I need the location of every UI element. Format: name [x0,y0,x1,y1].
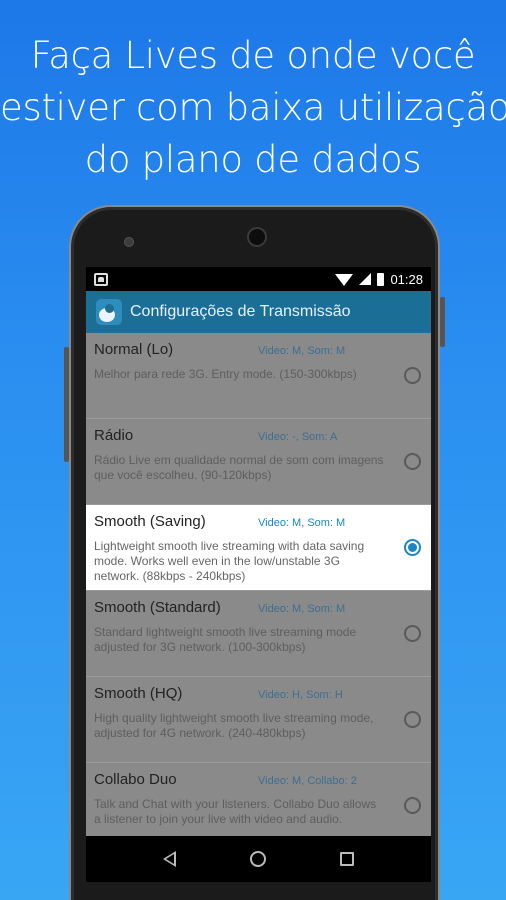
mode-item-normal-lo[interactable]: Normal (Lo) Video: M, Som: M Melhor para… [86,333,431,419]
front-camera [247,227,267,247]
mode-description: Melhor para rede 3G. Entry mode. (150-30… [94,367,357,381]
status-bar: 01:28 [86,267,431,291]
home-button-icon[interactable] [250,851,266,867]
back-icon[interactable] [163,851,176,867]
mode-meta: Video: M, Som: M [258,603,346,615]
mode-radio[interactable] [404,453,421,470]
mode-item-smooth-saving[interactable]: Smooth (Saving) Video: M, Som: M Lightwe… [86,505,431,591]
signal-icon [359,273,372,285]
mode-description: Rádio Live em qualidade normal de som co… [94,453,384,482]
headline-line-2: estiver com baixa utilização [0,86,506,129]
headline-line-1: Faça Lives de onde você [30,34,476,77]
app-logo-icon[interactable] [96,299,122,325]
mode-meta: Video: M, Som: M [258,345,346,357]
mode-radio[interactable] [404,797,421,814]
sensor-dot [124,237,134,247]
mode-title: Smooth (HQ) [94,685,183,702]
mode-radio[interactable] [404,711,421,728]
app-bar: Configurações de Transmissão [86,291,431,333]
app-bar-title: Configurações de Transmissão [130,303,351,320]
home-icon [94,272,108,286]
power-button [440,297,445,347]
volume-button [64,347,69,462]
mode-title: Collabo Duo [94,771,177,788]
mode-radio[interactable] [404,367,421,384]
phone-screen: 01:28 Configurações de Transmissão Norma… [86,267,431,882]
navigation-bar [86,836,431,882]
recents-icon[interactable] [340,852,354,866]
mode-radio[interactable] [404,625,421,642]
status-time: 01:28 [390,271,423,287]
wifi-icon [335,274,354,286]
battery-icon [377,272,385,286]
promo-headline: Faça Lives de onde você estiver com baix… [0,30,506,186]
mode-item-smooth-standard[interactable]: Smooth (Standard) Video: M, Som: M Stand… [86,591,431,677]
mode-list: Normal (Lo) Video: M, Som: M Melhor para… [86,333,431,849]
mode-item-smooth-hq[interactable]: Smooth (HQ) Video: H, Som: H High qualit… [86,677,431,763]
mode-item-radio[interactable]: Rádio Video: -, Som: A Rádio Live em qua… [86,419,431,505]
mode-description: Lightweight smooth live streaming with d… [94,539,365,583]
headline-line-3: do plano de dados [84,138,422,181]
mode-description: Talk and Chat with your listeners. Colla… [94,797,377,826]
mode-title: Rádio [94,427,134,444]
mode-title: Smooth (Saving) [94,513,206,530]
mode-radio-selected[interactable] [404,539,421,556]
phone-frame: 01:28 Configurações de Transmissão Norma… [64,205,445,900]
mode-meta: Video: M, Som: M [258,517,346,529]
mode-meta: Video: -, Som: A [258,431,338,443]
mode-meta: Video: H, Som: H [258,689,343,701]
mode-title: Normal (Lo) [94,341,174,358]
mode-description: Standard lightweight smooth live streami… [94,625,357,654]
mode-meta: Video: M, Collabo: 2 [258,775,357,787]
mode-title: Smooth (Standard) [94,599,221,616]
mode-description: High quality lightweight smooth live str… [94,711,374,740]
